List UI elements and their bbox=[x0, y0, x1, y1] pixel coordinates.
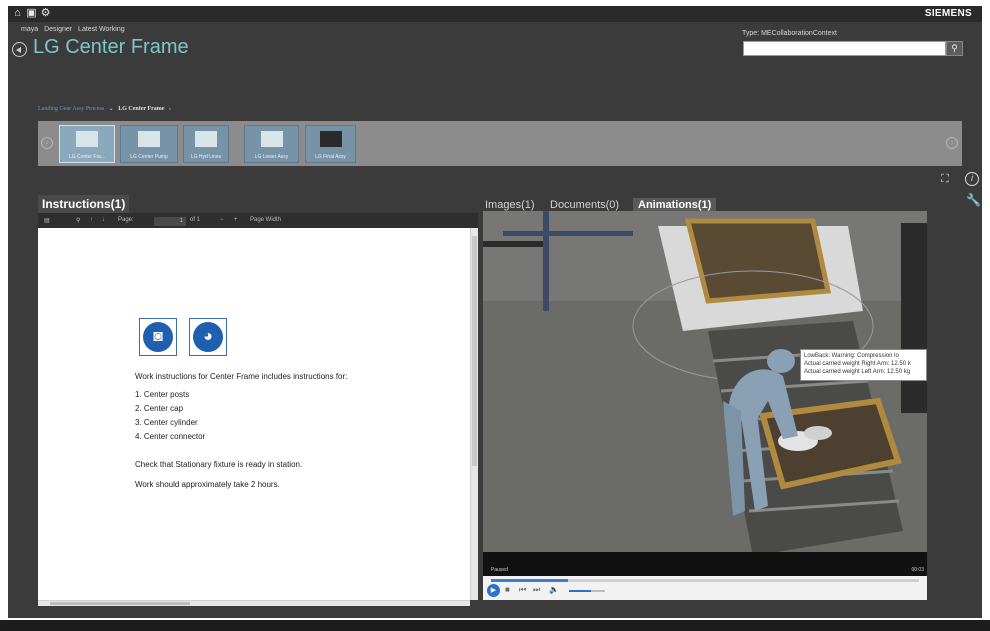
playback-status: Paused bbox=[491, 567, 508, 573]
list-item: 1. Center posts bbox=[135, 390, 190, 399]
bottom-bar bbox=[0, 620, 990, 631]
page-count: of 1 bbox=[190, 217, 201, 223]
document-toolbar: ▤ ⚲ ↑ ↓ Page: 1 of 1 − + Page Width bbox=[38, 213, 478, 228]
safety-helmet-sign: ◕ bbox=[189, 318, 227, 356]
carousel-item-center-frame[interactable]: LG Center Fra... bbox=[59, 125, 115, 163]
breadcrumb: maya Designer Latest Working bbox=[21, 26, 129, 33]
list-item: 2. Center cap bbox=[135, 404, 184, 413]
document-horizontal-scrollbar[interactable] bbox=[38, 600, 470, 606]
carousel-item-center-pump[interactable]: LG Center Pump bbox=[120, 125, 178, 163]
safety-boots-sign: ◙ bbox=[139, 318, 177, 356]
document-vertical-scrollbar[interactable] bbox=[470, 228, 478, 600]
tab-images[interactable]: Images(1) bbox=[485, 199, 535, 211]
search-icon[interactable]: ⚲ bbox=[946, 41, 963, 56]
seek-progress bbox=[491, 579, 569, 582]
carousel-item-label: LG Center Fra... bbox=[68, 154, 106, 160]
breadcrumb-revision[interactable]: Latest Working bbox=[78, 26, 125, 33]
breadcrumb-user[interactable]: maya bbox=[21, 26, 38, 33]
find-icon[interactable]: ⚲ bbox=[76, 217, 80, 224]
tooltip-line: Actual carried weight Left Arm: 12.50 kg bbox=[804, 369, 911, 375]
export-icon[interactable]: ▣ bbox=[26, 8, 37, 19]
tab-documents[interactable]: Documents(0) bbox=[550, 199, 619, 211]
search-input[interactable] bbox=[743, 41, 946, 56]
video-status-bar: Paused 00:03 bbox=[483, 552, 927, 576]
process-parent-link[interactable]: Landing Gear Assy Process bbox=[38, 106, 104, 112]
carousel-item-lower-assy[interactable]: LG Lower Assy bbox=[244, 125, 299, 163]
page-title: LG Center Frame bbox=[33, 36, 189, 58]
zoom-in-icon[interactable]: + bbox=[234, 217, 238, 223]
instructions-note-duration: Work should approximately take 2 hours. bbox=[135, 480, 280, 489]
fullscreen-icon[interactable]: ⛶ bbox=[941, 173, 949, 185]
thumbnail-image bbox=[195, 131, 217, 147]
carousel-prev-icon[interactable]: ‹ bbox=[41, 137, 53, 149]
volume-slider[interactable] bbox=[569, 590, 605, 592]
video-controls: ▶ ■ ⏮ ⏭ 🔈 bbox=[483, 576, 927, 600]
thumbnail-image bbox=[319, 131, 342, 147]
instructions-title[interactable]: Instructions(1) bbox=[38, 195, 130, 213]
seek-bar[interactable] bbox=[491, 579, 919, 582]
zoom-select[interactable]: Page Width bbox=[250, 217, 281, 223]
carousel-item-hyd-lines[interactable]: LG Hyd Lines bbox=[183, 125, 229, 163]
top-bar: ⌂ ▣ ⚙ SIEMENS bbox=[8, 6, 982, 22]
chevron-down-icon[interactable]: ⌄ bbox=[109, 106, 114, 112]
breadcrumb-role[interactable]: Designer bbox=[44, 26, 72, 33]
app-window: ⌂ ▣ ⚙ SIEMENS maya Designer Latest Worki… bbox=[8, 6, 982, 618]
scrollbar-thumb[interactable] bbox=[50, 602, 190, 605]
back-button[interactable] bbox=[12, 42, 27, 57]
instructions-heading: Work instructions for Center Frame inclu… bbox=[135, 372, 348, 381]
previous-page-icon[interactable]: ↑ bbox=[90, 217, 93, 223]
page-number-value: 1 bbox=[179, 218, 183, 224]
helmet-icon: ◕ bbox=[193, 322, 223, 352]
thumbnail-image bbox=[138, 131, 160, 147]
page-number-input[interactable]: 1 bbox=[154, 217, 186, 226]
sidebar-toggle-icon[interactable]: ▤ bbox=[44, 217, 50, 224]
brand-logo: SIEMENS bbox=[924, 8, 972, 19]
play-button[interactable]: ▶ bbox=[487, 584, 500, 597]
carousel-item-label: LG Center Pump bbox=[130, 154, 168, 160]
process-carousel: ‹ LG Center Fra... LG Center Pump LG Hyd… bbox=[38, 121, 962, 166]
settings-icon[interactable]: ⚙ bbox=[40, 8, 51, 19]
thumbnail-image bbox=[260, 131, 283, 147]
process-breadcrumb: Landing Gear Assy Process ⌄ LG Center Fr… bbox=[38, 105, 174, 112]
list-item: 4. Center connector bbox=[135, 432, 206, 441]
ergonomics-tooltip: LowBack: Warning: Compression lo Actual … bbox=[800, 349, 927, 381]
carousel-next-icon[interactable]: › bbox=[946, 137, 958, 149]
animation-scene bbox=[483, 211, 927, 582]
instructions-list: 1. Center posts 2. Center cap 3. Center … bbox=[135, 390, 205, 446]
next-page-icon[interactable]: ↓ bbox=[102, 217, 105, 223]
info-icon[interactable]: i bbox=[965, 172, 979, 186]
playback-time: 00:03 bbox=[911, 567, 924, 573]
carousel-item-label: LG Final Assy bbox=[315, 154, 346, 160]
volume-icon[interactable]: 🔈 bbox=[549, 585, 559, 594]
volume-level bbox=[569, 590, 591, 592]
process-current[interactable]: LG Center Frame bbox=[118, 106, 164, 112]
home-icon[interactable]: ⌂ bbox=[12, 8, 23, 19]
thumbnail-image bbox=[76, 131, 98, 147]
stop-icon[interactable]: ■ bbox=[505, 585, 510, 594]
carousel-item-label: LG Hyd Lines bbox=[190, 154, 222, 160]
animation-video[interactable]: LowBack: Warning: Compression lo Actual … bbox=[483, 211, 927, 582]
list-item: 3. Center cylinder bbox=[135, 418, 198, 427]
chevron-right-icon[interactable]: › bbox=[169, 106, 171, 112]
scrollbar-thumb[interactable] bbox=[472, 236, 477, 466]
carousel-item-final-assy[interactable]: LG Final Assy bbox=[305, 125, 356, 163]
zoom-out-icon[interactable]: − bbox=[220, 217, 224, 223]
carousel-item-label: LG Lower Assy bbox=[254, 154, 289, 160]
next-frame-icon[interactable]: ⏭ bbox=[533, 585, 540, 595]
page-label: Page: bbox=[118, 217, 134, 223]
wrench-icon[interactable]: 🔧 bbox=[966, 194, 981, 206]
boot-icon: ◙ bbox=[143, 322, 173, 352]
document-viewer: ◙ ◕ Work instructions for Center Frame i… bbox=[38, 228, 470, 600]
tooltip-line: LowBack: Warning: Compression lo bbox=[804, 353, 899, 359]
type-label: Type: MECollaborationContext bbox=[742, 30, 837, 37]
tab-animations[interactable]: Animations(1) bbox=[633, 198, 717, 212]
previous-frame-icon[interactable]: ⏮ bbox=[519, 585, 526, 595]
tooltip-line: Actual carried weight Right Arm: 12.50 k bbox=[804, 361, 911, 367]
instructions-note-fixture: Check that Stationary fixture is ready i… bbox=[135, 460, 303, 469]
